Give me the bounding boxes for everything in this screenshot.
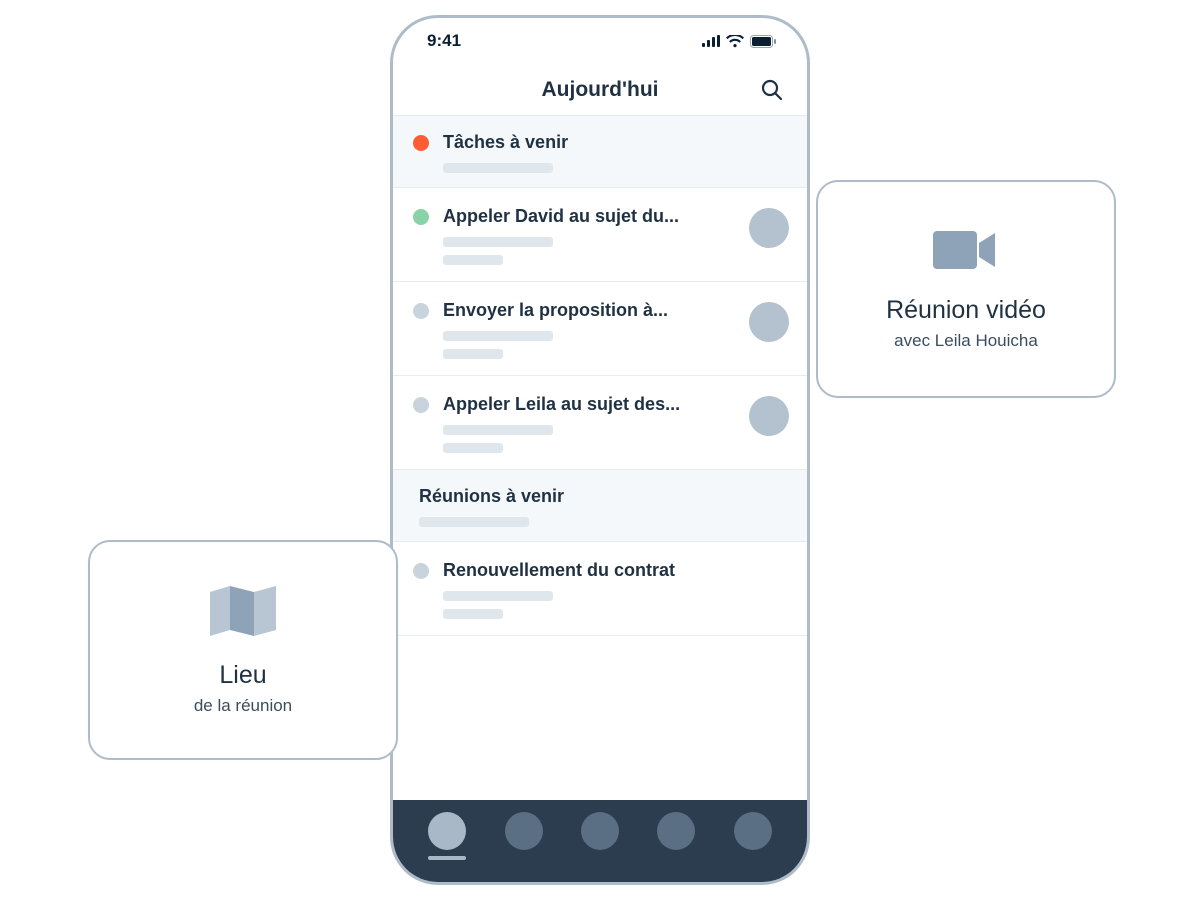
task-title: Envoyer la proposition à... [443,300,787,321]
card-title: Lieu [219,661,266,690]
meeting-row[interactable]: Renouvellement du contrat [393,542,807,636]
placeholder-line [443,425,553,435]
task-row[interactable]: Envoyer la proposition à... [393,282,807,376]
section-header-tasks: Tâches à venir [393,116,807,188]
status-dot-icon [413,563,429,579]
nav-icon [428,812,466,850]
card-subtitle: avec Leila Houicha [894,331,1038,351]
placeholder-line [443,331,553,341]
placeholder-line [443,237,553,247]
bottom-nav [393,800,807,882]
status-dot-icon [413,397,429,413]
page-title: Aujourd'hui [542,78,659,102]
status-dot-icon [413,209,429,225]
placeholder-line [419,517,529,527]
card-subtitle: de la réunion [194,696,292,716]
nav-icon [657,812,695,850]
task-row[interactable]: Appeler David au sujet du... [393,188,807,282]
section-header-meetings: Réunions à venir [393,470,807,542]
task-title: Appeler Leila au sujet des... [443,394,787,415]
cellular-icon [702,35,720,47]
card-title: Réunion vidéo [886,296,1046,325]
battery-icon [750,35,777,48]
nav-icon [734,812,772,850]
status-bar: 9:41 [393,18,807,64]
status-dot-icon [413,303,429,319]
meeting-title: Renouvellement du contrat [443,560,787,581]
map-icon [208,584,278,643]
placeholder-line [443,443,503,453]
nav-tab-4[interactable] [657,812,695,860]
search-button[interactable] [759,77,785,103]
video-camera-icon [933,227,999,278]
card-video-meeting[interactable]: Réunion vidéo avec Leila Houicha [816,180,1116,398]
search-icon [761,79,783,101]
section-title: Réunions à venir [419,486,787,507]
status-indicators [702,35,777,48]
nav-icon [505,812,543,850]
wifi-icon [726,35,744,48]
placeholder-line [443,591,553,601]
phone-frame: 9:41 Aujourd'hui Tâc [390,15,810,885]
screen-header: Aujourd'hui [393,64,807,116]
phone-screen: 9:41 Aujourd'hui Tâc [393,18,807,882]
task-title: Appeler David au sujet du... [443,206,787,227]
placeholder-line [443,163,553,173]
status-time: 9:41 [427,31,461,51]
section-title: Tâches à venir [443,132,787,153]
card-meeting-location[interactable]: Lieu de la réunion [88,540,398,760]
content-scroll[interactable]: Tâches à venir Appeler David au sujet du… [393,116,807,800]
task-row[interactable]: Appeler Leila au sujet des... [393,376,807,470]
nav-icon [581,812,619,850]
placeholder-line [443,609,503,619]
avatar[interactable] [749,396,789,436]
nav-tab-3[interactable] [581,812,619,860]
nav-tab-1[interactable] [428,812,466,860]
avatar[interactable] [749,208,789,248]
avatar[interactable] [749,302,789,342]
placeholder-line [443,255,503,265]
nav-tab-5[interactable] [734,812,772,860]
placeholder-line [443,349,503,359]
status-dot-icon [413,135,429,151]
nav-tab-2[interactable] [505,812,543,860]
